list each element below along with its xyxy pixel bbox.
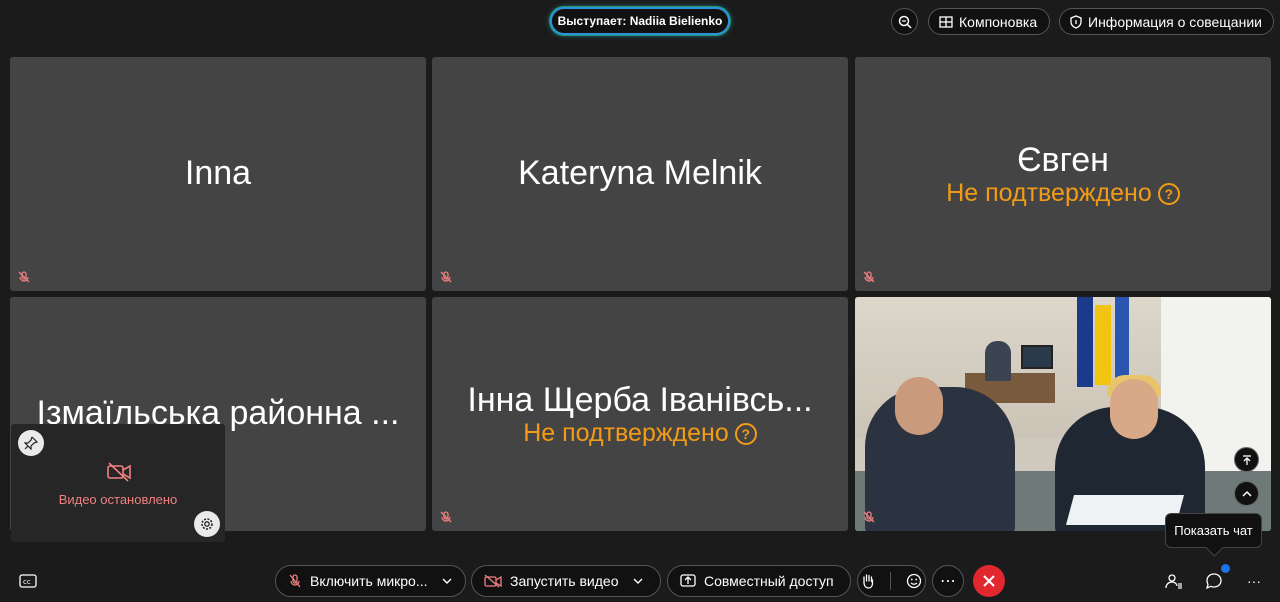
chevron-down-icon[interactable] [442, 577, 452, 585]
meeting-info-button[interactable]: Информация о совещании [1059, 8, 1274, 35]
top-bar: Выступает: Nadiia Bielienko Компоновка И… [0, 0, 1280, 44]
chevron-down-icon[interactable] [633, 577, 643, 585]
bottom-control-bar: cc Включить микро... Запустить видео Сов… [0, 555, 1280, 602]
unconfirmed-label: Не подтверждено [523, 419, 729, 447]
participant-tile[interactable]: Kateryna Melnik [432, 57, 848, 291]
grid-layout-icon [939, 15, 953, 28]
chat-button[interactable] [1203, 570, 1225, 592]
layout-label: Компоновка [959, 13, 1038, 30]
participants-icon [1165, 574, 1182, 589]
layout-button[interactable]: Компоновка [928, 8, 1050, 35]
end-call-button[interactable] [973, 565, 1005, 597]
share-label: Совместный доступ [704, 573, 834, 589]
share-screen-icon [680, 574, 696, 587]
muted-mic-icon [18, 271, 30, 283]
participant-name: Інна Щерба Іванівсь... [467, 381, 813, 419]
video-off-icon [484, 574, 502, 588]
muted-mic-icon [440, 271, 452, 283]
show-chat-tooltip: Показать чат [1165, 513, 1262, 548]
share-button[interactable]: Совместный доступ [667, 565, 851, 597]
captions-button[interactable]: cc [17, 570, 39, 592]
more-icon: ⋯ [940, 573, 956, 590]
gear-icon [201, 518, 213, 530]
self-view-panel: Видео остановлено [11, 424, 225, 542]
unconfirmed-status: Не подтверждено ? [432, 419, 848, 448]
close-icon [983, 575, 995, 587]
video-off-icon [107, 462, 131, 482]
unconfirmed-label: Не подтверждено [946, 179, 1152, 207]
tooltip-label: Показать чат [1174, 523, 1253, 538]
raise-hand-button[interactable] [861, 573, 875, 589]
active-speaker-indicator: Выступает: Nadiia Bielienko [550, 7, 730, 35]
question-icon[interactable]: ? [1157, 182, 1180, 205]
muted-mic-icon [289, 574, 301, 588]
self-view-settings-button[interactable] [194, 511, 220, 537]
unmute-label: Включить микро... [310, 573, 428, 589]
video-feed [855, 297, 1271, 531]
scroll-to-top-button[interactable] [1234, 447, 1259, 472]
participant-tile[interactable]: Інна Щерба Іванівсь... Не подтверждено ? [432, 297, 848, 531]
zoom-button[interactable] [891, 8, 918, 35]
svg-text:cc: cc [23, 578, 31, 586]
pin-icon [24, 436, 38, 450]
more-options-button[interactable]: ⋯ [932, 565, 964, 597]
video-stopped-label: Видео остановлено [58, 492, 178, 507]
scroll-up-button[interactable] [1234, 481, 1259, 506]
participants-button[interactable] [1163, 570, 1185, 592]
reactions-button[interactable] [906, 573, 922, 589]
start-video-button[interactable]: Запустить видео [471, 565, 661, 597]
raise-hand-icon [863, 574, 874, 589]
participant-tile[interactable]: Inna [10, 57, 426, 291]
more-menu-button[interactable]: ··· [1243, 570, 1265, 592]
participant-name: Kateryna Melnik [518, 154, 762, 192]
participant-name: Inna [184, 154, 252, 192]
zoom-icon [898, 15, 912, 29]
question-icon[interactable]: ? [734, 422, 757, 445]
arrow-top-icon [1242, 454, 1251, 465]
shield-icon [1070, 14, 1082, 29]
unmute-button[interactable]: Включить микро... [275, 565, 466, 597]
participant-video-tile[interactable] [855, 297, 1271, 531]
muted-mic-icon [863, 271, 875, 283]
more-icon: ··· [1247, 573, 1261, 589]
participant-name: Євген [1017, 141, 1109, 179]
active-speaker-label: Выступает: Nadiia Bielienko [557, 14, 723, 28]
pin-button[interactable] [18, 430, 44, 456]
muted-mic-icon [863, 511, 875, 523]
chat-notification-dot [1221, 564, 1230, 573]
chevron-up-icon [1241, 490, 1252, 497]
chat-icon [1205, 573, 1222, 590]
muted-mic-icon [440, 511, 452, 523]
emoji-icon [906, 573, 921, 589]
participant-tile[interactable]: Євген Не подтверждено ? [855, 57, 1271, 291]
meeting-info-label: Информация о совещании [1088, 13, 1262, 30]
start-video-label: Запустить видео [510, 573, 619, 589]
captions-icon: cc [19, 574, 37, 588]
reactions-group [857, 565, 926, 597]
unconfirmed-status: Не подтверждено ? [855, 179, 1271, 208]
